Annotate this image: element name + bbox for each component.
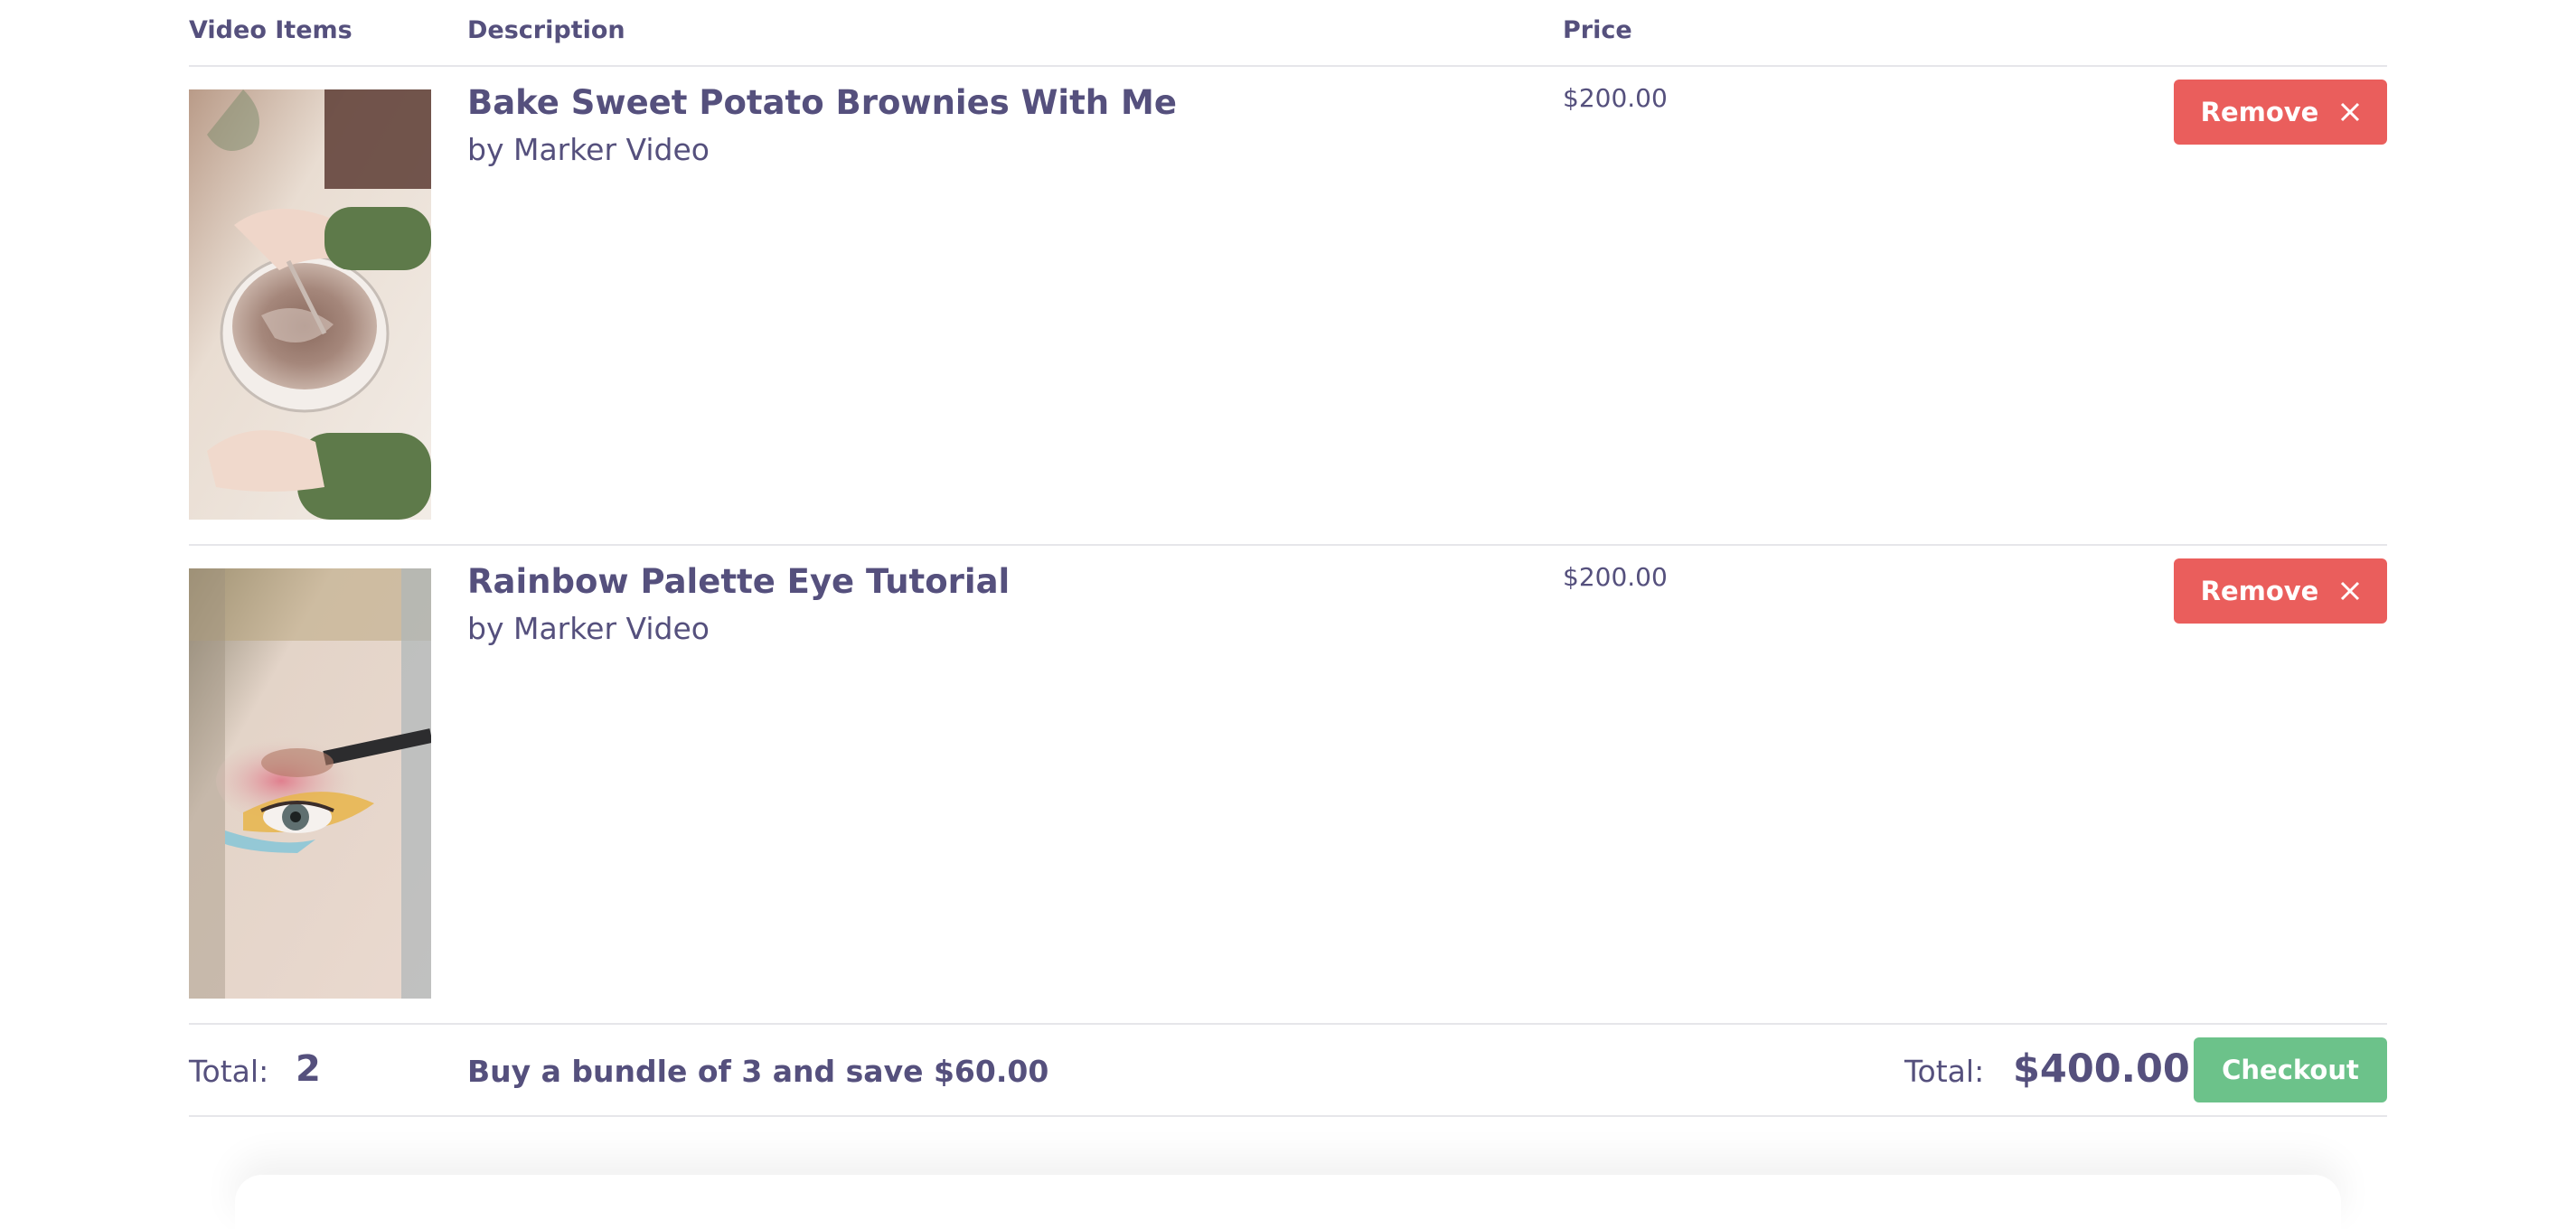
eye-makeup-image — [189, 568, 431, 999]
item-title[interactable]: Bake Sweet Potato Brownies With Me — [467, 83, 1177, 122]
total-price-value: $400.00 — [2013, 1046, 2190, 1092]
remove-button[interactable]: Remove — [2174, 558, 2387, 624]
cart-item: Bake Sweet Potato Brownies With Me by Ma… — [189, 67, 2387, 546]
total-price-label: Total: — [1904, 1054, 1985, 1089]
close-icon — [2341, 581, 2360, 601]
item-price: $200.00 — [1563, 83, 1668, 113]
header-description: Description — [467, 16, 625, 44]
close-icon — [2341, 102, 2360, 122]
remove-button-label: Remove — [2200, 97, 2319, 127]
item-author: by Marker Video — [467, 132, 710, 167]
bundle-offer-text: Buy a bundle of 3 and save $60.00 — [467, 1054, 1049, 1089]
item-count-value: 2 — [296, 1048, 321, 1090]
cart-table: Video Items Description Price Bake Sweet… — [189, 0, 2387, 1117]
item-title[interactable]: Rainbow Palette Eye Tutorial — [467, 562, 1010, 601]
brownie-batter-bowl-image — [189, 89, 431, 520]
cart-header: Video Items Description Price — [189, 0, 2387, 67]
item-price: $200.00 — [1563, 562, 1668, 592]
checkout-button[interactable]: Checkout — [2194, 1037, 2387, 1102]
eye-tutorial-video-thumbnail[interactable] — [189, 568, 431, 999]
item-count-label: Total: — [189, 1054, 269, 1089]
bottom-panel-edge — [235, 1175, 2341, 1229]
header-price: Price — [1563, 16, 1632, 44]
header-video-items: Video Items — [189, 16, 353, 44]
remove-button-label: Remove — [2200, 576, 2319, 606]
cart-item: Rainbow Palette Eye Tutorial by Marker V… — [189, 546, 2387, 1025]
remove-button[interactable]: Remove — [2174, 80, 2387, 145]
item-author: by Marker Video — [467, 611, 710, 646]
cart-footer: Total: 2 Buy a bundle of 3 and save $60.… — [189, 1025, 2387, 1117]
brownie-video-thumbnail[interactable] — [189, 89, 431, 520]
